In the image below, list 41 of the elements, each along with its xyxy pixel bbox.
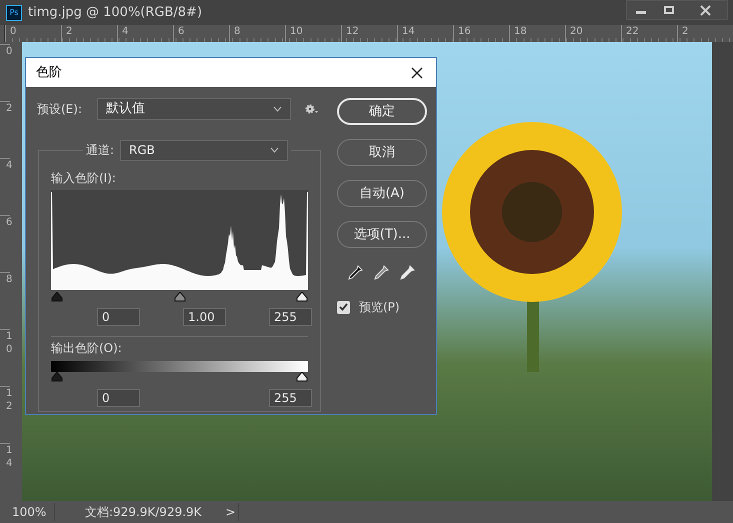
value-field[interactable]: 0 <box>97 389 140 407</box>
preset-dropdown[interactable]: 默认值 <box>97 98 291 120</box>
preview-label: 预览(P) <box>359 299 400 316</box>
close-icon <box>700 4 710 16</box>
dialog-button[interactable]: 取消 <box>337 139 427 166</box>
eyedropper-icon[interactable] <box>347 265 363 281</box>
app-logo: Ps <box>6 4 22 20</box>
value-field[interactable]: 255 <box>269 389 312 407</box>
document-size: 文档:929.9K/929.9K <box>85 504 203 521</box>
output-levels-label: 输出色阶(O): <box>51 341 123 355</box>
ruler-label: 12 <box>0 386 10 443</box>
chevron-icon <box>273 106 282 112</box>
close-icon <box>411 66 423 78</box>
ruler-label: 6 <box>0 215 10 272</box>
settings-icon[interactable] <box>305 103 319 115</box>
preset-label: 预设(E): <box>37 101 83 118</box>
dialog-button[interactable]: 自动(A) <box>337 180 427 207</box>
ruler-label: 2 <box>0 101 10 158</box>
ruler-label: 14 <box>0 443 10 500</box>
slider-handle[interactable] <box>51 292 63 302</box>
value-field[interactable]: 0 <box>97 308 140 326</box>
document-title: timg.jpg @ 100%(RGB/8#) <box>28 4 202 22</box>
dialog-button[interactable]: 确定 <box>337 98 427 125</box>
zoom-level[interactable]: 100% <box>0 503 55 521</box>
channel-label: 通道: <box>86 142 114 159</box>
ruler-label: 10 <box>0 329 10 386</box>
channel-dropdown[interactable]: RGB <box>120 140 288 160</box>
ruler-label: 4 <box>0 158 10 215</box>
eyedropper-icon[interactable] <box>399 265 415 281</box>
ruler-label: 0 <box>0 44 10 101</box>
check-icon <box>339 303 348 311</box>
dialog-title: 色阶 <box>36 64 62 82</box>
slider-handle[interactable] <box>296 292 308 302</box>
value-field[interactable]: 255 <box>269 308 312 326</box>
value-field[interactable]: 1.00 <box>183 308 226 326</box>
slider-handle[interactable] <box>174 292 186 302</box>
input-levels-label: 输入色阶(I): <box>51 171 117 185</box>
dialog-button[interactable]: 选项(T)... <box>337 221 427 248</box>
chevron-icon <box>270 147 280 153</box>
ruler-label: 8 <box>0 272 10 329</box>
preview-checkbox[interactable] <box>337 300 350 314</box>
